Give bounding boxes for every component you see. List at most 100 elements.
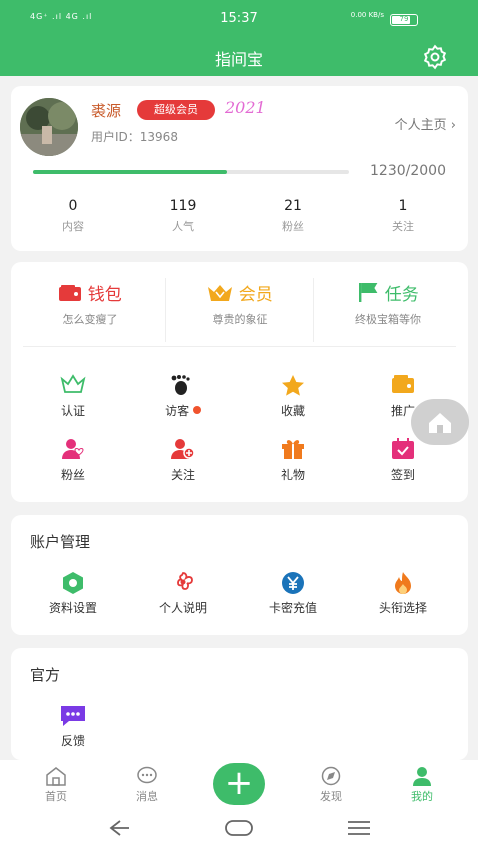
stat-popularity[interactable]: 119 人气	[133, 198, 233, 234]
stat-label: 关注	[392, 220, 414, 233]
membership-title: 会员	[238, 285, 273, 305]
app-header: 4G⁺ .ıl 4G .ıl 15:37 0.00 KB/s 79 指间宝	[0, 0, 478, 76]
stat-value: 1	[398, 198, 408, 214]
features-card: 钱包 怎么变瘦了 会员 尊贵的象征 任务 终极宝箱等你 认证 访客 收藏 推广 …	[11, 262, 468, 502]
grid-item-visitors[interactable]: 访客	[128, 374, 238, 419]
section-title: 账户管理	[30, 533, 91, 551]
tab-label: 我的	[411, 790, 433, 803]
back-icon[interactable]	[106, 818, 132, 838]
user-add-icon	[171, 439, 195, 459]
tasks-subtitle: 终极宝箱等你	[355, 313, 421, 326]
plus-icon: +	[224, 763, 254, 803]
tab-me[interactable]: 我的	[387, 766, 457, 804]
account-item-profile-settings[interactable]: 资料设置	[18, 571, 128, 616]
menu-icon[interactable]	[346, 819, 372, 837]
stat-label: 人气	[172, 220, 194, 233]
stat-value: 21	[284, 198, 302, 214]
homepage-link[interactable]: 个人主页 ›	[395, 114, 456, 133]
yen-icon	[282, 572, 304, 594]
notification-dot	[192, 406, 201, 414]
membership-subtitle: 尊贵的象征	[212, 313, 268, 326]
tab-label: 发现	[320, 790, 342, 803]
tasks-entry[interactable]: 任务 终极宝箱等你	[313, 280, 463, 327]
stat-fans[interactable]: 21 粉丝	[243, 198, 343, 234]
hexagon-icon	[63, 572, 83, 594]
grid-item-fans[interactable]: 粉丝	[18, 438, 128, 483]
profile-card: 裘源 超级会员 2021 用户ID：13968 个人主页 › 1230/2000…	[11, 86, 468, 251]
gift-icon	[282, 440, 304, 459]
official-item-feedback[interactable]: 反馈	[18, 704, 128, 749]
tasks-title: 任务	[384, 285, 419, 305]
stat-label: 内容	[62, 220, 84, 233]
floating-home-button[interactable]	[411, 399, 469, 445]
level-progress-bar	[33, 170, 349, 174]
user-name: 裘源	[91, 102, 122, 120]
stat-value: 0	[68, 198, 78, 214]
flag-icon	[359, 283, 378, 302]
crown-icon	[60, 374, 86, 393]
tab-discover[interactable]: 发现	[296, 766, 366, 804]
battery-icon: 79	[390, 14, 418, 26]
grid-item-follow[interactable]: 关注	[128, 438, 238, 483]
grid-item-favorites[interactable]: 收藏	[238, 374, 348, 419]
crown-icon	[208, 285, 233, 301]
grid-label: 签到	[390, 468, 415, 482]
wallet-entry[interactable]: 钱包 怎么变瘦了	[15, 280, 165, 327]
grid-label: 认证	[60, 404, 85, 418]
account-label: 卡密充值	[268, 601, 317, 615]
wallet-subtitle: 怎么变瘦了	[62, 313, 118, 326]
wallet-icon	[392, 375, 414, 393]
grid-label: 访客	[165, 404, 190, 418]
avatar[interactable]	[20, 98, 78, 156]
level-progress-text: 1230/2000	[370, 163, 446, 179]
home-nav-icon[interactable]	[224, 819, 254, 837]
tab-messages[interactable]: 消息	[112, 766, 182, 804]
stat-label: 粉丝	[282, 220, 304, 233]
account-label: 头衔选择	[378, 601, 427, 615]
message-icon	[137, 766, 157, 784]
divider	[23, 346, 456, 347]
account-item-recharge[interactable]: 卡密充值	[238, 571, 348, 616]
star-icon	[282, 375, 304, 396]
flower-icon	[177, 572, 193, 590]
section-title: 官方	[30, 666, 61, 684]
wallet-icon	[59, 285, 82, 301]
vip-badge: 超级会员	[137, 100, 215, 120]
grid-item-verify[interactable]: 认证	[18, 374, 128, 419]
user-icon	[413, 767, 431, 786]
tab-label: 首页	[45, 790, 67, 803]
gear-icon[interactable]	[422, 44, 448, 70]
battery-level: 79	[399, 15, 409, 23]
network-speed: 0.00 KB/s	[350, 11, 384, 19]
account-label: 资料设置	[48, 601, 97, 615]
membership-entry[interactable]: 会员 尊贵的象征	[165, 280, 315, 327]
home-icon	[46, 767, 66, 786]
stat-content[interactable]: 0 内容	[23, 198, 123, 234]
chat-icon	[61, 706, 85, 726]
tab-home[interactable]: 首页	[21, 766, 91, 804]
tab-label: 消息	[136, 790, 158, 803]
grid-label: 粉丝	[60, 468, 85, 482]
account-item-title-select[interactable]: 头衔选择	[348, 571, 458, 616]
system-nav-bar	[0, 810, 478, 850]
user-heart-icon	[62, 439, 84, 459]
home-icon	[429, 413, 451, 433]
stat-following[interactable]: 1 关注	[353, 198, 453, 234]
grid-label: 关注	[170, 468, 195, 482]
account-card: 账户管理 资料设置 个人说明 卡密充值 头衔选择	[11, 515, 468, 635]
add-post-button[interactable]: +	[213, 763, 265, 805]
user-id: 用户ID：13968	[91, 130, 178, 144]
footprint-icon	[171, 375, 190, 395]
official-label: 反馈	[60, 734, 85, 748]
wallet-title: 钱包	[87, 285, 122, 305]
stat-value: 119	[169, 198, 197, 214]
grid-item-gifts[interactable]: 礼物	[238, 438, 348, 483]
status-bar: 4G⁺ .ıl 4G .ıl 15:37 0.00 KB/s 79	[0, 10, 478, 30]
official-card: 官方 反馈	[11, 648, 468, 760]
account-label: 个人说明	[158, 601, 207, 615]
fire-icon	[395, 572, 411, 594]
grid-label: 礼物	[280, 468, 305, 482]
grid-label: 收藏	[280, 404, 305, 418]
account-item-bio[interactable]: 个人说明	[128, 571, 238, 616]
compass-icon	[321, 766, 341, 786]
